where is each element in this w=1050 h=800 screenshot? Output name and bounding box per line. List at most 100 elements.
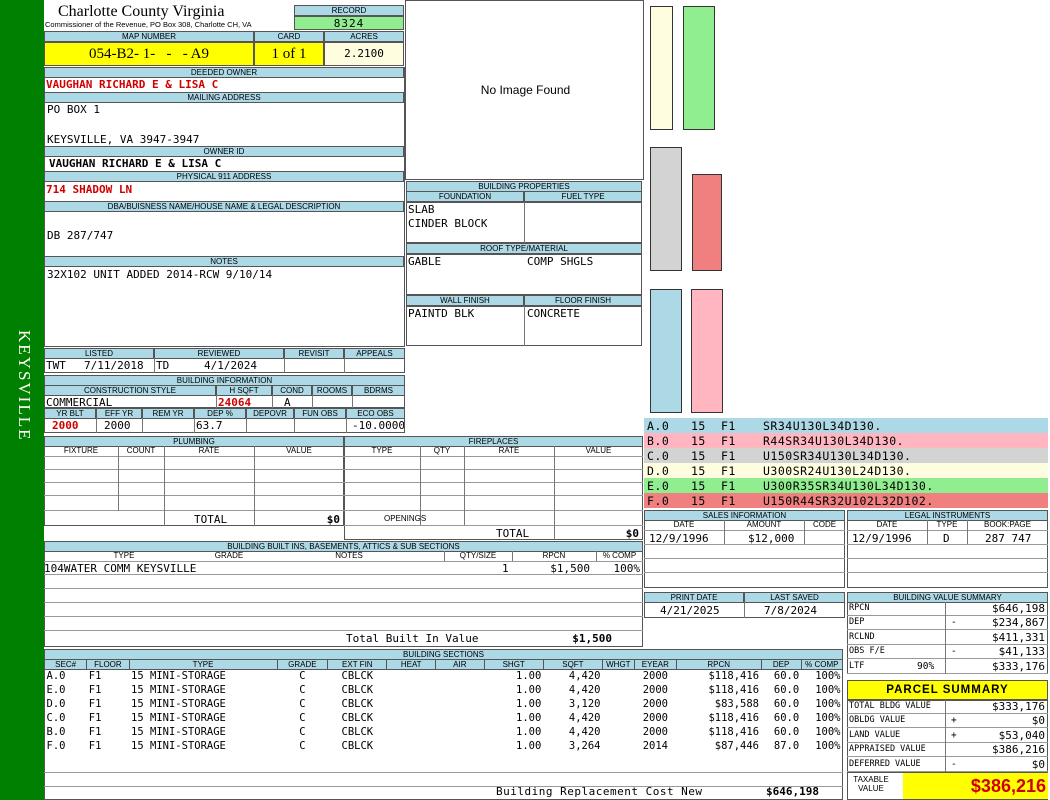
roof-box xyxy=(406,254,642,295)
fireplaces: FIREPLACES TYPE QTY RATE VALUE OPENINGS … xyxy=(344,436,643,540)
section-col-header: FLOOR xyxy=(86,659,130,670)
section-heat xyxy=(387,726,436,740)
sections-table: SEC# FLOOR TYPE GRADE EXT FIN HEAT AIR SHGT SQFT… xyxy=(43,659,844,782)
section-col-header: DEP xyxy=(760,659,802,670)
section-floor: F1 xyxy=(88,712,102,724)
owner-id-label: OWNER ID xyxy=(44,146,404,157)
section-shgt: 1.00 xyxy=(516,698,542,710)
section-rpcn: $118,416 xyxy=(708,670,760,683)
section-row: C.0 F1 15 MINI-STORAGE C CBLCK 1.00 4,420 2000 $… xyxy=(45,712,843,726)
section-col-header: EXT FIN xyxy=(327,659,388,670)
summary-sign: - xyxy=(951,758,957,770)
acres-label: ACRES xyxy=(324,31,404,42)
section-col-header: RPCN xyxy=(675,659,762,670)
taxable-label: TAXABLE VALUE xyxy=(851,775,891,793)
summary-value: $411,331 xyxy=(992,630,1045,644)
fuel-type-label: FUEL TYPE xyxy=(524,191,642,202)
section-rpcn: $87,446 xyxy=(714,740,760,752)
building-value-summary: BUILDING VALUE SUMMARY RPCN $646,198 DEP - $… xyxy=(847,592,1048,674)
physical-address: 714 SHADOW LN xyxy=(46,183,133,196)
section-eyear: 2000 xyxy=(642,670,668,683)
segment-n: 15 xyxy=(691,433,706,448)
section-sec: C.0 xyxy=(46,712,66,724)
segment-sec: C.0 xyxy=(647,448,670,463)
section-comp: 100% xyxy=(815,684,841,696)
floor-finish-label: FLOOR FINISH xyxy=(524,295,642,306)
section-grade: C xyxy=(299,740,306,752)
legal-description: DB 287/747 xyxy=(47,229,114,242)
segment-sec: D.0 xyxy=(647,463,670,478)
section-sqft: 3,264 xyxy=(568,740,601,752)
summary-label: DEFERRED VALUE xyxy=(849,758,921,769)
openings-label: OPENINGS xyxy=(384,514,427,523)
section-heat xyxy=(387,740,436,754)
section-whgt xyxy=(603,698,635,712)
segment-row: E.0 15 F1 U300R35SR34U130L34D130. xyxy=(644,478,1048,493)
section-sec: E.0 xyxy=(46,684,66,696)
sketch-section-d xyxy=(650,6,673,130)
summary-pct: 90% xyxy=(917,660,935,672)
card-label: CARD xyxy=(254,31,324,42)
section-heat xyxy=(387,698,436,712)
summary-label: OBS F/E xyxy=(849,646,885,657)
summary-value: $234,867 xyxy=(992,616,1045,630)
section-type: 15 MINI-STORAGE xyxy=(131,698,226,710)
summary-sign: + xyxy=(951,715,957,727)
section-sec: F.0 xyxy=(46,740,66,752)
section-whgt xyxy=(603,684,635,698)
section-type: 15 MINI-STORAGE xyxy=(131,726,226,738)
instrument-date: 12/9/1996 xyxy=(852,532,912,545)
plumbing-total-label: TOTAL xyxy=(194,513,228,526)
section-shgt: 1.00 xyxy=(516,712,542,724)
replacement-cost: $646,198 xyxy=(766,785,819,798)
summary-label: LTF xyxy=(849,660,865,671)
section-shgt: 1.00 xyxy=(516,740,542,752)
summary-row: OBLDG VALUE + $0 xyxy=(847,714,1048,729)
card-value: 1 of 1 xyxy=(254,42,324,66)
section-eyear: 2000 xyxy=(642,726,668,738)
summary-value: $0 xyxy=(1031,757,1045,771)
instrument-type: D xyxy=(943,532,950,545)
summary-row: RPCN $646,198 xyxy=(847,602,1048,616)
section-col-header: SHGT xyxy=(483,659,544,670)
summary-row: LAND VALUE + $53,040 xyxy=(847,729,1048,743)
segment-n: 15 xyxy=(691,463,706,478)
physical-address-label: PHYSICAL 911 ADDRESS xyxy=(44,171,404,182)
summary-value: $0 xyxy=(1031,714,1045,728)
section-dep: 60.0 xyxy=(773,712,800,724)
roof-label: ROOF TYPE/MATERIAL xyxy=(406,243,642,254)
section-floor: F1 xyxy=(88,670,102,683)
section-ext: CBLCK xyxy=(341,740,374,752)
section-whgt xyxy=(603,740,635,754)
section-row: E.0 F1 15 MINI-STORAGE C CBLCK 1.00 4,420 2000 $… xyxy=(45,684,843,698)
summary-value: $53,040 xyxy=(998,728,1045,742)
taxable-value: $386,216 xyxy=(903,773,1048,799)
section-col-header: WHGT xyxy=(602,659,635,670)
section-ext: CBLCK xyxy=(341,684,374,696)
builtin-comp: 100% xyxy=(613,562,641,575)
section-comp: 100% xyxy=(815,740,841,752)
mailing-address-label: MAILING ADDRESS xyxy=(44,92,404,103)
builtin-type: 104WATER COMM KEYSVILLE xyxy=(44,562,197,575)
section-heat xyxy=(387,684,436,698)
section-ext: CBLCK xyxy=(341,670,374,683)
segment-row: F.0 15 F1 U150R44SR32U102L32D102. xyxy=(644,493,1048,508)
sales-date: 12/9/1996 xyxy=(649,532,709,545)
review-block: LISTED REVIEWED REVISIT APPEALS TWT 7/11… xyxy=(44,348,405,374)
notes: 32X102 UNIT ADDED 2014-RCW 9/10/14 xyxy=(47,268,273,281)
replacement-cost-label: Building Replacement Cost New xyxy=(496,785,703,798)
segment-f: F1 xyxy=(721,463,736,478)
summary-row: OBS F/E - $41,133 xyxy=(847,645,1048,660)
section-row-empty xyxy=(45,754,843,768)
section-heat xyxy=(387,670,436,684)
section-dep: 87.0 xyxy=(773,740,800,752)
section-eyear: 2000 xyxy=(642,712,668,724)
summary-row: DEFERRED VALUE - $0 xyxy=(847,758,1048,772)
section-eyear: 2014 xyxy=(642,740,668,752)
segment-sec: A.0 xyxy=(647,418,670,433)
segment-desc: SR34U130L34D130. xyxy=(763,418,882,433)
segment-n: 15 xyxy=(691,493,706,508)
segment-desc: U300R35SR34U130L34D130. xyxy=(763,478,934,493)
section-rpcn: $118,416 xyxy=(708,684,760,696)
segment-sec: B.0 xyxy=(647,433,670,448)
